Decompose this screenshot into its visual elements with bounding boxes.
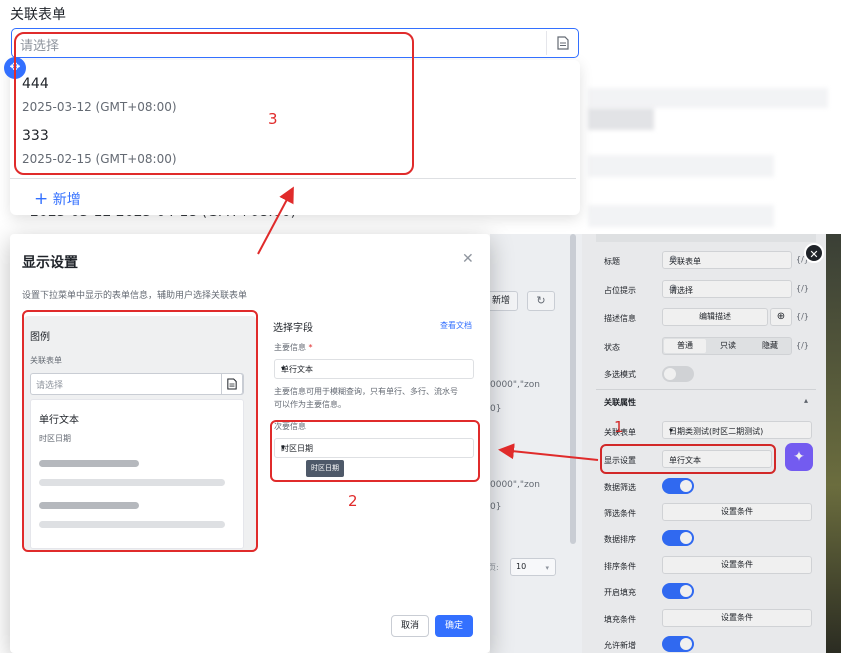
annotation-arrows	[257, 186, 599, 461]
annotation-arrow	[257, 186, 294, 255]
annotation-arrow	[498, 443, 599, 461]
